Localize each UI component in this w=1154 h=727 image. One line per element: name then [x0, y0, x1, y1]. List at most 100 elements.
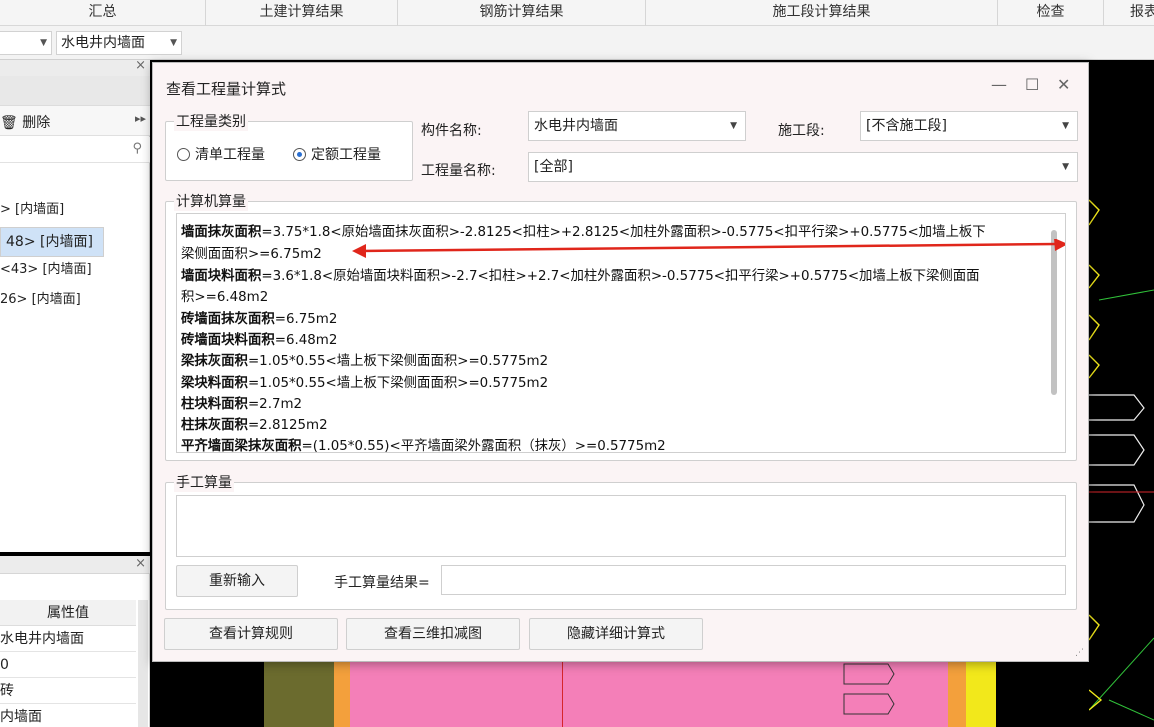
tab-civil-results[interactable]: 土建计算结果: [206, 0, 398, 26]
calc-line: 砖墙面块料面积=6.48m2: [181, 328, 337, 348]
stage-label: 施工段:: [778, 123, 825, 139]
quantity-formula-dialog: 查看工程量计算式 — ☐ ✕ 工程量类别 清单工程量 定额工程量 构件名称: 水…: [152, 62, 1089, 662]
qty-type-legend: 工程量类别: [174, 111, 248, 131]
calc-line-formula: =(1.05*0.55)<平齐墙面梁外露面积（抹灰）>=0.5775m2: [301, 439, 666, 453]
delete-button[interactable]: 🗑 删除: [0, 112, 50, 132]
close-icon[interactable]: ×: [135, 58, 146, 73]
calc-line: 梁块料面积=1.05*0.55<墙上板下梁侧面面积>=0.5775m2: [181, 371, 548, 391]
annotation-arrow: [352, 239, 1065, 258]
tab-check[interactable]: 检查: [998, 0, 1104, 26]
manual-result-label: 手工算量结果=: [334, 575, 430, 591]
tab-report[interactable]: 报表: [1104, 0, 1154, 26]
calc-line: 墙面块料面积=3.6*1.8<原始墙面块料面积>-2.7<扣柱>+2.7<加柱外…: [181, 264, 980, 284]
calc-line-formula: =3.6*1.8<原始墙面块料面积>-2.7<扣柱>+2.7<加柱外露面积>-0…: [261, 269, 980, 284]
calc-line-name: 平齐墙面梁抹灰面积: [181, 439, 302, 453]
calc-line-formula: =6.75m2: [274, 312, 338, 327]
radio-selected-icon: [293, 148, 306, 161]
calc-line-formula: =1.05*0.55<墙上板下梁侧面面积>=0.5775m2: [247, 354, 549, 369]
radio-bill-qty[interactable]: 清单工程量: [177, 144, 265, 164]
tab-summary[interactable]: 汇总: [0, 0, 206, 26]
qty-name-select[interactable]: [全部] ▼: [528, 152, 1078, 182]
chevron-down-icon: ▼: [730, 121, 737, 131]
calc-line-name: 柱块料面积: [181, 397, 248, 412]
tab-stage-results[interactable]: 施工段计算结果: [646, 0, 998, 26]
property-panel: × 属性值 水电井内墙面 0 砖 内墙面: [0, 556, 150, 727]
more-icon[interactable]: ▸▸: [135, 112, 146, 125]
qty-name-label: 工程量名称:: [421, 163, 496, 179]
trash-icon: 🗑: [0, 115, 18, 131]
delete-label: 删除: [22, 115, 51, 131]
toolbar: ▼ 水电井内墙面 ▼: [0, 26, 1154, 60]
chevron-down-icon: ▼: [40, 38, 47, 48]
close-icon[interactable]: ×: [135, 556, 146, 571]
calc-line-name: 墙面块料面积: [181, 269, 262, 284]
list-item-selected[interactable]: 48> [内墙面]: [0, 227, 104, 257]
panel-header: ×: [0, 556, 150, 574]
calc-line-name: 砖墙面抹灰面积: [181, 312, 275, 327]
reinput-button[interactable]: 重新输入: [176, 565, 298, 597]
maximize-icon[interactable]: ☐: [1025, 75, 1039, 94]
radio-quota-qty[interactable]: 定额工程量: [293, 144, 381, 164]
component-combo[interactable]: 水电井内墙面 ▼: [56, 31, 182, 55]
view-3d-deduction-button[interactable]: 查看三维扣减图: [346, 618, 520, 650]
list-item[interactable]: > [内墙面]: [0, 197, 64, 223]
calc-line-formula: =3.75*1.8<原始墙面抹灰面积>-2.8125<扣柱>+2.8125<加柱…: [261, 225, 986, 240]
calc-line-formula: =2.7m2: [247, 397, 303, 412]
manual-calc-legend: 手工算量: [174, 472, 234, 492]
property-cell[interactable]: 水电井内墙面: [0, 626, 136, 652]
property-cell[interactable]: 砖: [0, 678, 136, 704]
panel-toolbar-spacer: [0, 76, 150, 106]
list-item[interactable]: <43> [内墙面]: [0, 257, 92, 283]
calc-line: 梁抹灰面积=1.05*0.55<墙上板下梁侧面面积>=0.5775m2: [181, 349, 548, 369]
top-tab-bar: 汇总 土建计算结果 钢筋计算结果 施工段计算结果 检查 报表: [0, 0, 1154, 26]
radio-icon: [177, 148, 190, 161]
calc-line: 柱块料面积=2.7m2: [181, 392, 302, 412]
dialog-title: 查看工程量计算式: [166, 80, 287, 98]
manual-calc-textarea[interactable]: [176, 495, 1066, 557]
panel-toolbar: 🗑 删除 ▸▸: [0, 106, 150, 136]
computer-calc-legend: 计算机算量: [174, 191, 248, 211]
calc-line-formula: 梁侧面面积>=6.75m2: [181, 247, 322, 262]
calc-line: 墙面抹灰面积=3.75*1.8<原始墙面抹灰面积>-2.8125<扣柱>+2.8…: [181, 220, 986, 240]
cad-canvas-right[interactable]: [1088, 60, 1154, 727]
calc-line-name: 墙面抹灰面积: [181, 225, 262, 240]
scrollbar[interactable]: [138, 600, 148, 727]
component-combo-value: 水电井内墙面: [61, 35, 145, 51]
tab-rebar-results[interactable]: 钢筋计算结果: [398, 0, 646, 26]
calc-line-formula: =6.48m2: [274, 333, 338, 348]
calc-line: 积>=6.48m2: [181, 285, 268, 305]
floor-combo[interactable]: ▼: [0, 31, 52, 55]
search-input[interactable]: ⚲: [0, 137, 150, 163]
manual-result-input[interactable]: [441, 565, 1066, 595]
calc-line-formula: 积>=6.48m2: [181, 290, 269, 305]
list-item[interactable]: 26> [内墙面]: [0, 287, 81, 313]
calc-formula-text[interactable]: 墙面抹灰面积=3.75*1.8<原始墙面抹灰面积>-2.8125<扣柱>+2.8…: [176, 213, 1066, 453]
minimize-icon[interactable]: —: [991, 75, 1007, 94]
chevron-down-icon: ▼: [170, 38, 177, 48]
radio-label: 定额工程量: [311, 147, 381, 163]
calc-line: 平齐墙面梁抹灰面积=(1.05*0.55)<平齐墙面梁外露面积（抹灰）>=0.5…: [181, 434, 666, 453]
resize-grip-icon[interactable]: ⋰: [1075, 648, 1084, 658]
panel-header: ×: [0, 58, 150, 76]
stage-select[interactable]: [不含施工段] ▼: [860, 111, 1078, 141]
calc-line-name: 梁块料面积: [181, 376, 248, 391]
component-name-value: 水电井内墙面: [534, 118, 618, 134]
component-name-label: 构件名称:: [421, 123, 482, 139]
cad-hexagons: [843, 663, 895, 715]
component-name-select[interactable]: 水电井内墙面 ▼: [528, 111, 746, 141]
calc-line-name: 砖墙面块料面积: [181, 333, 275, 348]
hide-detail-button[interactable]: 隐藏详细计算式: [529, 618, 703, 650]
calc-line: 砖墙面抹灰面积=6.75m2: [181, 307, 337, 327]
view-rules-button[interactable]: 查看计算规则: [164, 618, 338, 650]
property-cell[interactable]: 内墙面: [0, 704, 136, 727]
radio-label: 清单工程量: [195, 147, 265, 163]
calc-line: 柱抹灰面积=2.8125m2: [181, 413, 328, 433]
calc-line: 梁侧面面积>=6.75m2: [181, 242, 322, 262]
property-value-header: 属性值: [0, 600, 136, 626]
property-cell[interactable]: 0: [0, 652, 136, 678]
chevron-down-icon: ▼: [1062, 121, 1069, 131]
chevron-down-icon: ▼: [1062, 162, 1069, 172]
close-icon[interactable]: ✕: [1057, 75, 1070, 94]
qty-name-value: [全部]: [534, 159, 573, 175]
cad-canvas-bottom[interactable]: [150, 662, 1089, 727]
